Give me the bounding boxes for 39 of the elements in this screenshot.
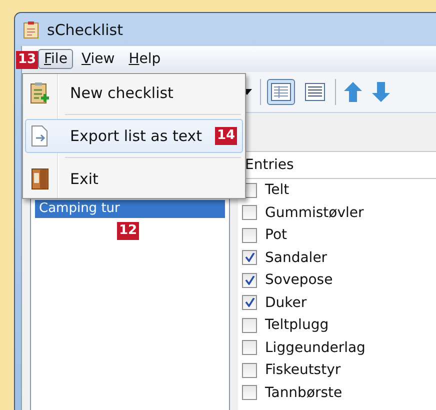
annotation-badge: 14 — [215, 127, 238, 145]
entry-label: Tannbørste — [265, 384, 342, 401]
entry-label: Pot — [265, 227, 287, 244]
entry-label: Liggeunderlag — [265, 340, 366, 356]
entry-label: Sandaler — [265, 250, 328, 266]
entry-label: Fiskeutstyr — [265, 362, 341, 378]
door-icon — [30, 168, 50, 190]
checklist-item[interactable]: Camping tur — [35, 200, 225, 218]
checkbox[interactable] — [242, 295, 257, 310]
checkbox[interactable] — [242, 340, 257, 356]
checkbox[interactable] — [242, 385, 257, 400]
move-down-button[interactable] — [370, 80, 392, 104]
menu-item[interactable]: File — [38, 49, 74, 69]
window-title: sChecklist — [47, 20, 123, 38]
menu-entry[interactable]: New checklist — [25, 76, 243, 110]
entry-label: Telt — [265, 182, 290, 198]
up-arrow-icon — [344, 82, 362, 102]
view-button[interactable] — [267, 79, 295, 105]
clipboard-icon — [23, 20, 39, 38]
checkbox[interactable] — [242, 250, 257, 266]
menu-item[interactable]: View — [75, 49, 121, 69]
details-view-icon — [271, 83, 291, 101]
entry-label: Sovepose — [265, 272, 333, 288]
entry-label: Duker — [265, 294, 307, 311]
checkbox[interactable] — [242, 205, 257, 220]
checkbox[interactable] — [242, 272, 257, 288]
menu-item[interactable]: Help — [122, 49, 167, 69]
document-arrow-icon — [30, 125, 50, 147]
entry-label: Gummistøvler — [265, 204, 364, 221]
annotation-badge: 13 — [16, 51, 38, 69]
checkbox[interactable] — [242, 362, 257, 378]
down-arrow-icon — [372, 82, 390, 102]
move-up-button[interactable] — [342, 80, 364, 104]
clipboard-plus-icon — [30, 82, 50, 104]
checkbox[interactable] — [242, 228, 257, 243]
list-view-icon — [305, 83, 325, 101]
annotation-badge: 12 — [117, 222, 140, 240]
checkbox[interactable] — [242, 318, 257, 333]
entry-label: Teltplugg — [265, 317, 329, 334]
